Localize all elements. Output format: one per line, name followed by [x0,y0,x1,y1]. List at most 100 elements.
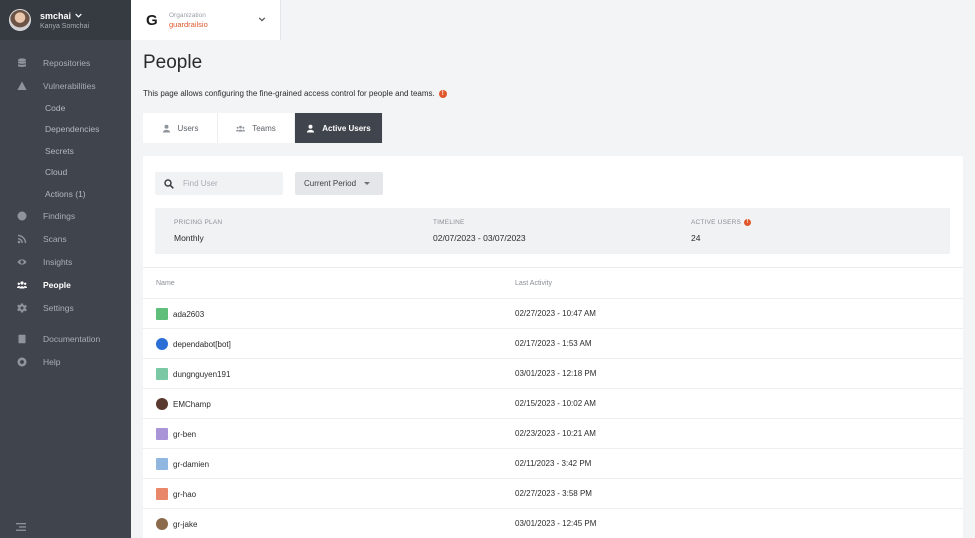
search-icon [164,178,174,189]
user-name[interactable]: gr-hao [173,490,196,499]
tab-users[interactable]: Users [143,113,218,143]
search-box[interactable] [155,172,283,195]
info-icon[interactable]: ! [438,89,447,98]
table-row[interactable]: ada2603 02/27/2023 - 10:47 AM [143,298,963,328]
sidebar-item-label: Settings [43,303,74,313]
user-name[interactable]: gr-damien [173,460,209,469]
user-avatar [156,428,168,440]
sidebar-subitem-dependencies[interactable]: Dependencies [0,119,131,141]
topbar: G Organization guardrailsio [131,0,975,40]
sidebar-item-label: Help [43,357,61,367]
sidebar-item-label: Insights [43,257,73,267]
org-logo: G [146,11,158,29]
sidebar-item-label: Findings [43,211,76,221]
last-activity: 03/01/2023 - 12:18 PM [515,369,597,378]
eye-icon [16,257,27,268]
user-icon [307,124,315,133]
user-name[interactable]: dependabot[bot] [173,340,231,349]
sidebar-item-label: Vulnerabilities [43,80,96,91]
team-icon [236,125,246,132]
collapse-sidebar-icon[interactable] [16,522,26,532]
active-users-panel: Current Period PRICING PLAN Monthly TIME… [143,156,963,538]
table-row[interactable]: gr-hao 02/27/2023 - 3:58 PM [143,478,963,508]
find-user-input[interactable] [183,179,278,188]
chevron-down-icon [75,13,82,18]
organization-switcher[interactable]: G Organization guardrailsio [131,0,281,40]
book-icon [16,334,27,345]
user-avatar [156,338,168,350]
caret-down-icon [364,182,371,185]
sidebar-item-label: Documentation [43,334,101,344]
divider [143,267,963,268]
user-name[interactable]: dungnguyen191 [173,370,230,379]
table-row[interactable]: gr-ben 02/23/2023 - 10:21 AM [143,418,963,448]
sidebar-item-label: Scans [43,234,67,244]
tab-active-users[interactable]: Active Users [295,113,383,143]
sidebar-subitem-cloud[interactable]: Cloud [0,162,131,184]
chevron-down-icon [258,15,266,23]
last-activity: 02/11/2023 - 3:42 PM [515,459,592,468]
sidebar-item-settings[interactable]: Settings [0,297,131,320]
sidebar-item-vulnerabilities[interactable]: Vulnerabilities [0,74,131,97]
sidebar-item-people[interactable]: People [0,274,131,297]
sidebar-item-findings[interactable]: Findings [0,205,131,228]
sidebar-subitem-secrets[interactable]: Secrets [0,140,131,162]
summary-stats: PRICING PLAN Monthly TIMELINE 02/07/2023… [155,208,950,254]
user-avatar [156,488,168,500]
last-activity: 03/01/2023 - 12:45 PM [515,519,597,528]
database-icon [16,57,27,68]
table-row[interactable]: EMChamp 02/15/2023 - 10:02 AM [143,388,963,418]
table-header: Name Last Activity [143,274,963,298]
table-row[interactable]: dungnguyen191 03/01/2023 - 12:18 PM [143,358,963,388]
user-name[interactable]: ada2603 [173,310,204,319]
stat-active-users: ACTIVE USERS ! 24 [691,219,752,243]
table-row[interactable]: dependabot[bot] 02/17/2023 - 1:53 AM [143,328,963,358]
tab-teams[interactable]: Teams [218,113,295,143]
last-activity: 02/17/2023 - 1:53 AM [515,339,592,348]
rss-icon [16,234,27,245]
info-icon[interactable]: ! [744,219,752,226]
org-name: guardrailsio [169,19,208,29]
sidebar-item-repositories[interactable]: Repositories [0,51,131,74]
people-icon [16,280,27,291]
sidebar-subitem-code[interactable]: Code [0,97,131,119]
page-description: This page allows configuring the fine-gr… [143,89,435,98]
last-activity: 02/23/2023 - 10:21 AM [515,429,596,438]
column-header-last-activity[interactable]: Last Activity [515,280,552,287]
sidebar-item-label: Repositories [43,57,91,68]
people-tabs: Users Teams Active Users [143,113,383,143]
lifebuoy-icon [16,357,27,368]
info-circle-icon [16,211,27,222]
user-icon [162,124,170,133]
user-name[interactable]: gr-ben [173,430,196,439]
stat-pricing-plan: PRICING PLAN Monthly [174,219,223,243]
sidebar-item-help[interactable]: Help [0,351,131,374]
page-title: People [143,52,203,73]
users-table-body: ada2603 02/27/2023 - 10:47 AM dependabot[b… [143,298,963,538]
stat-timeline: TIMELINE 02/07/2023 - 03/07/2023 [433,219,526,243]
username: smchai [40,10,72,21]
user-full-name: Kanya Somchai [40,22,90,30]
sidebar-item-insights[interactable]: Insights [0,251,131,274]
last-activity: 02/27/2023 - 10:47 AM [515,309,596,318]
table-row[interactable]: gr-jake 03/01/2023 - 12:45 PM [143,508,963,538]
sidebar-item-documentation[interactable]: Documentation [0,328,131,351]
sidebar-subitem-actions[interactable]: Actions (1) [0,183,131,205]
user-avatar [156,308,168,320]
sidebar-nav: Repositories Vulnerabilities Code Depend… [0,40,131,374]
org-label: Organization [169,11,206,19]
user-avatar [156,398,168,410]
table-row[interactable]: gr-damien 02/11/2023 - 3:42 PM [143,448,963,478]
period-select-value: Current Period [304,179,357,188]
column-header-name[interactable]: Name [156,280,175,287]
sidebar-item-scans[interactable]: Scans [0,228,131,251]
user-name[interactable]: EMChamp [173,400,211,409]
user-avatar [156,368,168,380]
period-select[interactable]: Current Period [295,172,383,195]
last-activity: 02/27/2023 - 3:58 PM [515,489,592,498]
user-name[interactable]: gr-jake [173,520,197,529]
user-menu[interactable]: smchai Kanya Somchai [0,0,131,40]
user-avatar [156,518,168,530]
gear-icon [16,303,27,314]
avatar [9,9,31,31]
